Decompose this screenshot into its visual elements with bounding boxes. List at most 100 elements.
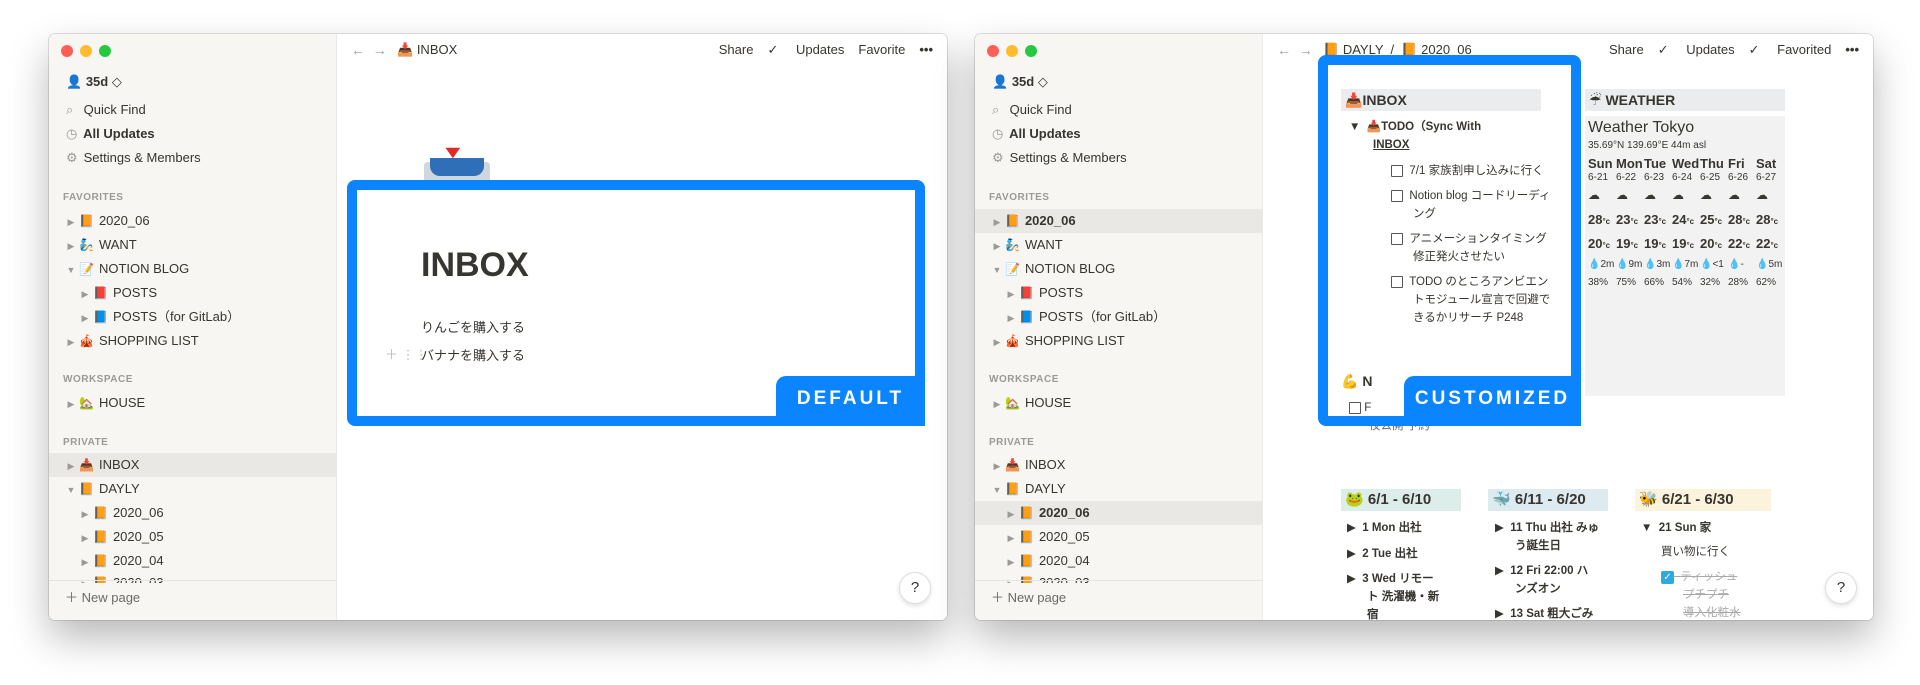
traffic-lights[interactable] bbox=[987, 45, 1044, 60]
sidebar-item-2020-05[interactable]: ▶ 📙 2020_05 bbox=[975, 525, 1262, 549]
sidebar-item-want[interactable]: ▶ 🧞 WANT bbox=[49, 233, 336, 257]
favorited-button[interactable]: ✓ Favorited bbox=[1749, 42, 1832, 57]
new-page-button[interactable]: ＋ New page bbox=[991, 587, 1066, 606]
sidebar-item-posts[interactable]: ▶ 📕 POSTS bbox=[49, 281, 336, 305]
quick-find[interactable]: ⌕ Quick Find bbox=[992, 102, 1072, 118]
sidebar-item-posts-gitlab[interactable]: ▶ 📘 POSTS（for GitLab） bbox=[49, 305, 336, 329]
share-button[interactable]: Share bbox=[1609, 42, 1644, 57]
weather-hum: 54% bbox=[1672, 277, 1693, 288]
weather-lows: 19°c bbox=[1672, 236, 1695, 251]
weather-days: Wed bbox=[1672, 156, 1700, 171]
settings-members[interactable]: ⚙ Settings & Members bbox=[992, 150, 1127, 166]
weather-lows: 22°c bbox=[1756, 236, 1779, 251]
unit-label: °c bbox=[1770, 241, 1779, 250]
list-item[interactable]: ▶ 2 Tue 出社 bbox=[1347, 545, 1418, 563]
weather-dates: 6-21 bbox=[1588, 172, 1609, 183]
week-heading-1[interactable]: 🐸 6/1 - 6/10 bbox=[1341, 489, 1461, 511]
weather-highs: 28°c bbox=[1588, 212, 1611, 227]
weather-hum: 28% bbox=[1728, 277, 1749, 288]
more-button[interactable]: ••• bbox=[1845, 42, 1859, 57]
sidebar-item-posts[interactable]: ▶ 📕 POSTS bbox=[975, 281, 1262, 305]
weather-highs: 28°c bbox=[1756, 212, 1779, 227]
forward-arrow-icon[interactable]: → bbox=[373, 42, 387, 58]
sidebar-item-2020-04[interactable]: ▶ 📙 2020_04 bbox=[49, 549, 336, 573]
sidebar-item-inbox[interactable]: ▶ 📥 INBOX bbox=[49, 453, 336, 477]
weather-highs: 23°c bbox=[1644, 212, 1667, 227]
cloud-icon: ☁ bbox=[1588, 188, 1600, 202]
cloud-icon: ☁ bbox=[1700, 188, 1712, 202]
list-item[interactable]: ▶ 3 Wed リモー bbox=[1347, 570, 1434, 588]
weather-widget[interactable]: Weather Tokyo 35.69°N 139.69°E 44m asl S… bbox=[1585, 116, 1785, 396]
favorite-button[interactable]: Favorite bbox=[858, 42, 905, 57]
settings-members[interactable]: ⚙ Settings & Members bbox=[66, 150, 201, 166]
list-item[interactable]: ▶ 11 Thu 出社 みゅ bbox=[1495, 519, 1599, 537]
weather-highs: 24°c bbox=[1672, 212, 1695, 227]
sidebar-item-2020-06[interactable]: ▶ 📙 2020_06 bbox=[49, 209, 336, 233]
customized-tag: CUSTOMIZED bbox=[1404, 376, 1581, 426]
clock-icon: ◷ bbox=[992, 126, 1004, 141]
forward-arrow-icon[interactable]: → bbox=[1299, 42, 1313, 58]
sidebar-item-2020-03[interactable]: ▶📙2020_03 bbox=[975, 571, 1262, 583]
unit-label: °c bbox=[1742, 217, 1751, 226]
updates-button[interactable]: ✓ Updates bbox=[1658, 42, 1735, 57]
quick-find[interactable]: ⌕ Quick Find bbox=[66, 102, 146, 118]
favorites-label: FAVORITES bbox=[63, 192, 124, 203]
unit-label: °c bbox=[1630, 217, 1639, 226]
sidebar-item-2020-03[interactable]: ▶📙2020_03 bbox=[49, 571, 336, 583]
sidebar-item-dayly-2020-06[interactable]: ▶ 📙 2020_06 bbox=[49, 501, 336, 525]
sidebar-item-house[interactable]: ▶ 🏡 HOUSE bbox=[49, 391, 336, 415]
gear-icon: ⚙ bbox=[66, 150, 78, 165]
sidebar-item-2020-06[interactable]: ▶ 📙 2020_06 bbox=[975, 209, 1262, 233]
breadcrumb[interactable]: 📥 INBOX bbox=[397, 42, 457, 58]
sidebar-item-inbox[interactable]: ▶ 📥 INBOX bbox=[975, 453, 1262, 477]
sidebar-item-notion-blog[interactable]: ▼ 📝 NOTION BLOG bbox=[975, 257, 1262, 281]
week-heading-3[interactable]: 🐝 6/21 - 6/30 bbox=[1635, 489, 1771, 511]
sidebar-item-house[interactable]: ▶ 🏡 HOUSE bbox=[975, 391, 1262, 415]
weather-days: Sun bbox=[1588, 156, 1613, 171]
help-button[interactable]: ? bbox=[899, 572, 931, 604]
list-item[interactable]: ▶ 13 Sat 粗大ごみ bbox=[1495, 605, 1593, 619]
new-page-button[interactable]: ＋ New page bbox=[65, 587, 140, 606]
sidebar-item-dayly[interactable]: ▼ 📙 DAYLY bbox=[49, 477, 336, 501]
list-item[interactable]: ▼ 21 Sun 家 bbox=[1641, 519, 1711, 537]
unit-label: °c bbox=[1630, 241, 1639, 250]
favorites-label: FAVORITES bbox=[989, 192, 1050, 203]
more-button[interactable]: ••• bbox=[919, 42, 933, 57]
all-updates[interactable]: ◷ All Updates bbox=[992, 126, 1081, 142]
unit-label: °c bbox=[1742, 241, 1751, 250]
sidebar-item-2020-04[interactable]: ▶ 📙 2020_04 bbox=[975, 549, 1262, 573]
todo-item-cont: 導入化粧水 bbox=[1683, 607, 1741, 618]
week-heading-2[interactable]: 🐳 6/11 - 6/20 bbox=[1488, 489, 1608, 511]
weather-heading[interactable]: ☔ WEATHER bbox=[1585, 89, 1785, 111]
weather-lows: 19°c bbox=[1616, 236, 1639, 251]
traffic-lights[interactable] bbox=[61, 45, 118, 60]
weather-hum: 38% bbox=[1588, 277, 1609, 288]
todo-item-done[interactable]: ✓ ティッシュ bbox=[1661, 568, 1737, 586]
sidebar-item-dayly[interactable]: ▼ 📙 DAYLY bbox=[975, 477, 1262, 501]
workspace-switcher[interactable]: 👤 35d ◇ bbox=[992, 74, 1048, 90]
weather-dates: 6-26 bbox=[1728, 172, 1749, 183]
sidebar-item-shopping-list[interactable]: ▶ 🎪 SHOPPING LIST bbox=[49, 329, 336, 353]
workspace-switcher[interactable]: 👤 35d ◇ bbox=[66, 74, 122, 90]
cloud-icon: ☁ bbox=[1756, 188, 1768, 202]
list-item[interactable]: ▶ 1 Mon 出社 bbox=[1347, 519, 1422, 537]
checked-checkbox-icon[interactable]: ✓ bbox=[1661, 571, 1674, 584]
sidebar-item-dayly-2020-06[interactable]: ▶ 📙 2020_06 bbox=[975, 501, 1262, 525]
back-arrow-icon[interactable]: ← bbox=[1277, 42, 1291, 58]
weather-lows: 20°c bbox=[1700, 236, 1723, 251]
list-item[interactable]: ▶ 12 Fri 22:00 ハ bbox=[1495, 562, 1588, 580]
updates-button[interactable]: ✓ Updates bbox=[767, 42, 844, 57]
sidebar-item-posts-gitlab[interactable]: ▶ 📘 POSTS（for GitLab） bbox=[975, 305, 1262, 329]
sidebar-item-notion-blog[interactable]: ▼ 📝 NOTION BLOG bbox=[49, 257, 336, 281]
weather-highs: 23°c bbox=[1616, 212, 1639, 227]
weather-highs: 28°c bbox=[1728, 212, 1751, 227]
sidebar-item-2020-05[interactable]: ▶ 📙 2020_05 bbox=[49, 525, 336, 549]
sidebar-item-want[interactable]: ▶ 🧞 WANT bbox=[975, 233, 1262, 257]
share-button[interactable]: Share bbox=[719, 42, 754, 57]
sidebar-item-shopping-list[interactable]: ▶ 🎪 SHOPPING LIST bbox=[975, 329, 1262, 353]
back-arrow-icon[interactable]: ← bbox=[351, 42, 365, 58]
all-updates[interactable]: ◷ All Updates bbox=[66, 126, 155, 142]
unit-label: °c bbox=[1714, 217, 1723, 226]
help-button[interactable]: ? bbox=[1825, 572, 1857, 604]
weather-days: Mon bbox=[1616, 156, 1643, 171]
